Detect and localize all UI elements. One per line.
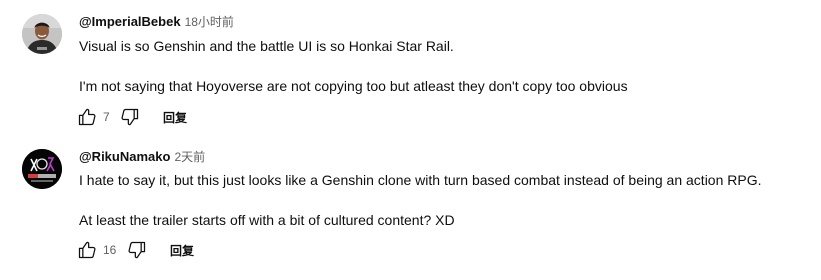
comment-thread-2: @RikuNamako 2天前 I hate to say it, but th… — [0, 138, 821, 280]
thumbs-up-icon — [78, 108, 96, 126]
reply-button[interactable]: 回复 — [170, 242, 194, 259]
comment-text-line: I hate to say it, but this just looks li… — [79, 172, 762, 188]
comment-timestamp[interactable]: 18小时前 — [185, 13, 234, 30]
like-button[interactable] — [76, 106, 98, 128]
dislike-button[interactable] — [126, 239, 148, 261]
person-photo-avatar-icon — [22, 14, 62, 54]
comment-text-line: Visual is so Genshin and the battle UI i… — [79, 38, 454, 54]
dislike-button[interactable] — [119, 106, 141, 128]
comment-timestamp[interactable]: 2天前 — [174, 148, 205, 165]
thumbs-up-icon — [78, 241, 96, 259]
comment-actions: 7 回复 — [76, 105, 187, 129]
author-name[interactable]: @ImperialBebek — [79, 14, 181, 29]
comment-header: @RikuNamako 2天前 — [79, 148, 205, 166]
like-button[interactable] — [76, 239, 98, 261]
comment-header: @ImperialBebek 18小时前 — [79, 13, 234, 31]
comment-text-line: I'm not saying that Hoyoverse are not co… — [79, 78, 628, 94]
author-name[interactable]: @RikuNamako — [79, 149, 170, 164]
like-count: 16 — [103, 243, 117, 257]
avatar[interactable] — [22, 149, 62, 189]
thumbs-down-icon — [128, 241, 146, 259]
thumbs-down-icon — [121, 108, 139, 126]
reply-button[interactable]: 回复 — [163, 109, 187, 126]
comment-actions: 16 回复 — [76, 238, 194, 262]
anime-logo-avatar-icon — [22, 149, 62, 189]
comment-thread-1: @ImperialBebek 18小时前 Visual is so Genshi… — [0, 0, 821, 135]
comment-text-line: At least the trailer starts off with a b… — [79, 212, 455, 228]
like-count: 7 — [103, 110, 110, 124]
avatar[interactable] — [22, 14, 62, 54]
